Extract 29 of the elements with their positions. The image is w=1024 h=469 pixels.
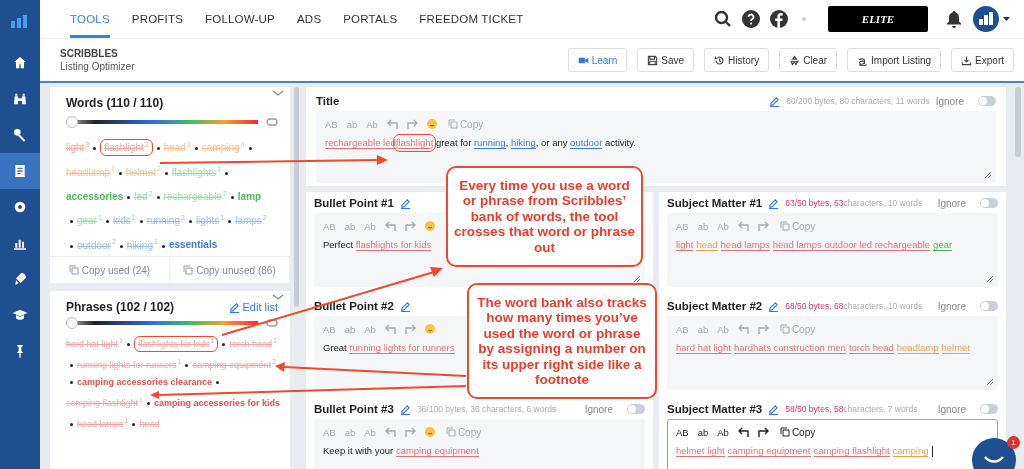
field-label: Bullet Point #3	[314, 403, 394, 415]
callout-tooltip: The word bank also tracks how many times you’ve used the word or phrase by assigning a number on its upper right side like a footnote	[467, 283, 657, 399]
panel-title: Phrases (102 / 102)	[66, 300, 175, 314]
callout-tooltip: Every time you use a word or phrase from Scribbles’ bank of words, the tool crosses that word or phrase out	[446, 166, 643, 267]
field-text: Keep it with your camping equipment	[323, 444, 479, 458]
field-stats: 36/100 bytes, 36 characters, 6 words	[416, 404, 557, 414]
field-text: Great running lights for runners	[323, 341, 455, 355]
field-text: hard hat light hardhats construction men torch head headlamp helmet	[676, 341, 972, 355]
field-text: light head head lamps head lamps outdoor led rechargeable gear	[676, 238, 954, 252]
ignore-label: Ignore	[935, 95, 964, 107]
ignore-label: Ignore	[584, 403, 613, 415]
field-text: helmet light camping equipment camping flashlight camping	[676, 444, 934, 458]
ignore-label: Ignore	[937, 300, 966, 312]
tool-subtitle: Listing Optimizer	[60, 61, 135, 72]
tool-title: SCRIBBLES	[60, 48, 119, 59]
notification-badge: 1	[1007, 436, 1020, 449]
field-label: Bullet Point #1	[314, 197, 394, 209]
field-label: Title	[316, 95, 340, 107]
field-stats: 68/50 bytes, 68characters, 10 words	[785, 301, 923, 311]
field-stats: 63/50 bytes, 63characters, 10 words	[785, 198, 923, 208]
panel-title: Words (110 / 110)	[66, 96, 165, 110]
field-stats: 58/50 bytes, 58characters, 7 words	[785, 404, 918, 414]
field-label: Subject Matter #3	[667, 403, 763, 415]
field-stats: 80/200 bytes, 80 characters, 11 words	[786, 96, 930, 106]
ignore-label: Ignore	[937, 197, 966, 209]
field-label: Subject Matter #2	[667, 300, 763, 312]
ignore-label: Ignore	[937, 403, 966, 415]
field-label: Subject Matter #1	[667, 197, 763, 209]
field-text: Perfect flashlights for kids	[323, 238, 432, 252]
